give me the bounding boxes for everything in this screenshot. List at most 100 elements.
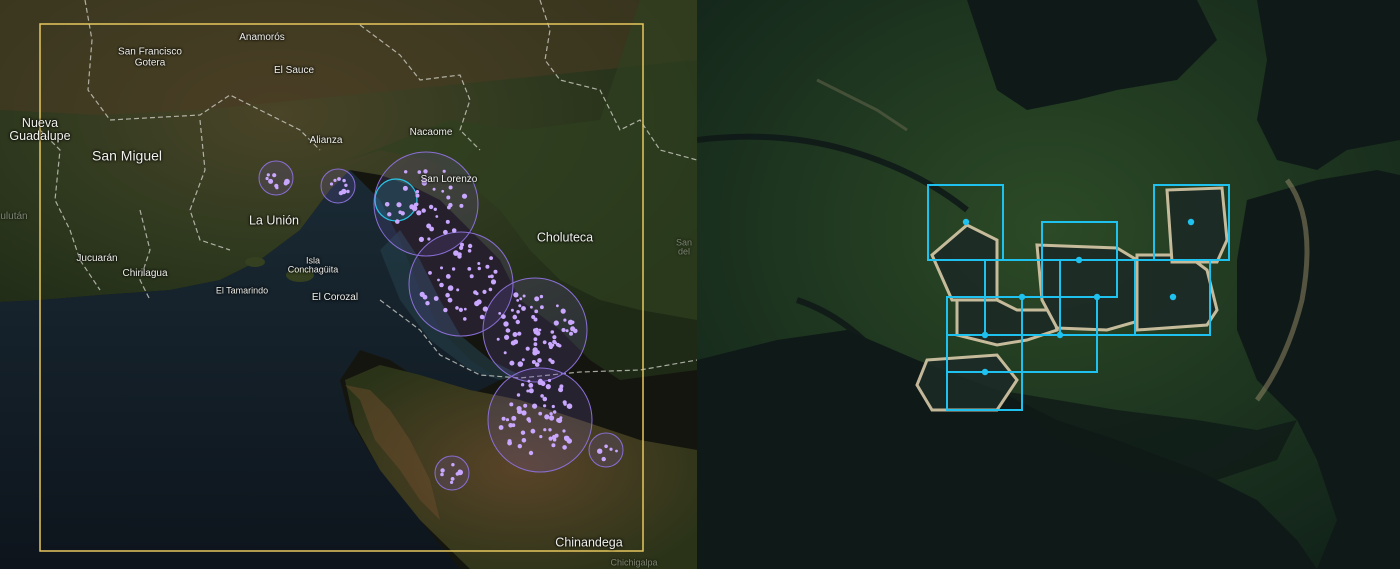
detection-point <box>329 182 334 186</box>
cluster-highlight[interactable] <box>374 178 418 222</box>
detection-point <box>421 208 426 213</box>
detection-point <box>503 321 509 327</box>
tile-center <box>981 331 989 339</box>
detection-point <box>504 334 510 340</box>
detection-point <box>396 202 402 208</box>
detection-point <box>549 412 553 416</box>
label-anamoros: Anamorós <box>239 31 285 43</box>
tile-center <box>1075 256 1083 264</box>
detection-point <box>482 289 487 294</box>
label-la-union: La Unión <box>248 213 300 228</box>
label-nacaome: Nacaome <box>409 126 453 138</box>
detection-point <box>525 346 530 351</box>
detection-point <box>528 450 534 456</box>
detection-point <box>533 317 538 322</box>
detection-point <box>387 212 392 217</box>
detection-point <box>479 314 485 320</box>
detection-point <box>561 328 566 332</box>
detection-point <box>537 358 542 363</box>
detection-point <box>562 400 567 405</box>
label-el-tamarindo: El Tamarindo <box>215 285 269 296</box>
detection-point <box>456 288 460 292</box>
detection-point <box>427 237 431 241</box>
detection-point <box>553 410 557 414</box>
detection-point <box>534 327 539 332</box>
detection-point <box>515 319 520 325</box>
detection-point <box>451 463 455 467</box>
detection-point <box>540 394 544 398</box>
detection-point <box>441 189 445 193</box>
detection-point <box>534 309 539 314</box>
detection-point <box>528 388 534 394</box>
detection-point <box>428 271 432 275</box>
detection-point <box>565 329 569 333</box>
label-jucuaran: Jucuarán <box>76 252 118 264</box>
detection-point <box>416 210 422 216</box>
cluster-circle[interactable] <box>320 168 356 204</box>
tile-center <box>981 368 989 376</box>
detection-point <box>538 328 542 332</box>
detection-point <box>333 178 337 182</box>
detection-point <box>344 183 348 187</box>
label-choluteca: Choluteca <box>536 230 594 245</box>
cluster-circle[interactable] <box>258 160 294 196</box>
detection-point <box>437 278 440 282</box>
detection-point <box>498 425 504 430</box>
tile-center <box>1056 331 1064 339</box>
cluster-circle[interactable] <box>434 455 470 491</box>
detection-point <box>543 428 547 432</box>
label-el-sauce: El Sauce <box>273 64 315 76</box>
detection-point <box>501 416 506 421</box>
detection-point <box>573 328 578 334</box>
detection-point <box>513 292 519 298</box>
label-san-partial: San del <box>675 237 693 257</box>
detection-point <box>535 331 541 336</box>
overview-map[interactable]: San Francisco Gotera Anamorós El Sauce Nu… <box>0 0 697 569</box>
detection-point <box>268 178 274 184</box>
detection-point <box>338 190 344 196</box>
detection-point <box>518 409 522 413</box>
detection-point <box>527 379 531 383</box>
detection-point <box>400 211 405 216</box>
detection-point <box>426 223 432 229</box>
detection-point <box>413 202 418 207</box>
detection-point <box>598 449 602 452</box>
detection-point <box>272 173 277 178</box>
detection-point <box>346 189 350 194</box>
detection-point <box>542 340 547 345</box>
label-alianza: Alianza <box>309 134 343 146</box>
label-san-miguel: San Miguel <box>91 147 163 164</box>
detection-point <box>485 264 490 269</box>
detection-point <box>544 414 550 420</box>
detection-point <box>409 204 415 210</box>
detection-point <box>433 296 439 301</box>
detection-point <box>523 403 528 408</box>
detection-point <box>337 177 341 181</box>
detection-point <box>510 308 514 312</box>
detection-point <box>440 468 445 473</box>
label-nueva-guadalupe: Nueva Guadalupe <box>9 115 71 143</box>
detection-point <box>533 337 538 342</box>
label-chichigalpa-partial: Chichigalpa <box>610 557 658 568</box>
detection-point <box>551 443 556 448</box>
tile-center <box>1093 293 1101 301</box>
detection-point <box>545 384 551 390</box>
detection-point <box>566 403 573 410</box>
tile-center <box>1169 293 1177 301</box>
detection-point <box>557 344 561 348</box>
tile-center <box>1018 293 1026 301</box>
cluster-circle[interactable] <box>588 432 624 468</box>
detail-map[interactable] <box>697 0 1400 569</box>
detection-point <box>553 320 559 326</box>
detection-point <box>459 203 464 208</box>
detection-point <box>558 387 564 393</box>
detection-point <box>563 318 567 322</box>
detection-point <box>443 229 448 235</box>
detection-point <box>435 215 439 218</box>
detection-point <box>395 219 400 224</box>
detection-point <box>547 378 552 383</box>
detection-point <box>521 438 527 443</box>
detection-point <box>415 193 420 198</box>
detection-point <box>463 307 467 311</box>
detection-point <box>530 305 533 309</box>
